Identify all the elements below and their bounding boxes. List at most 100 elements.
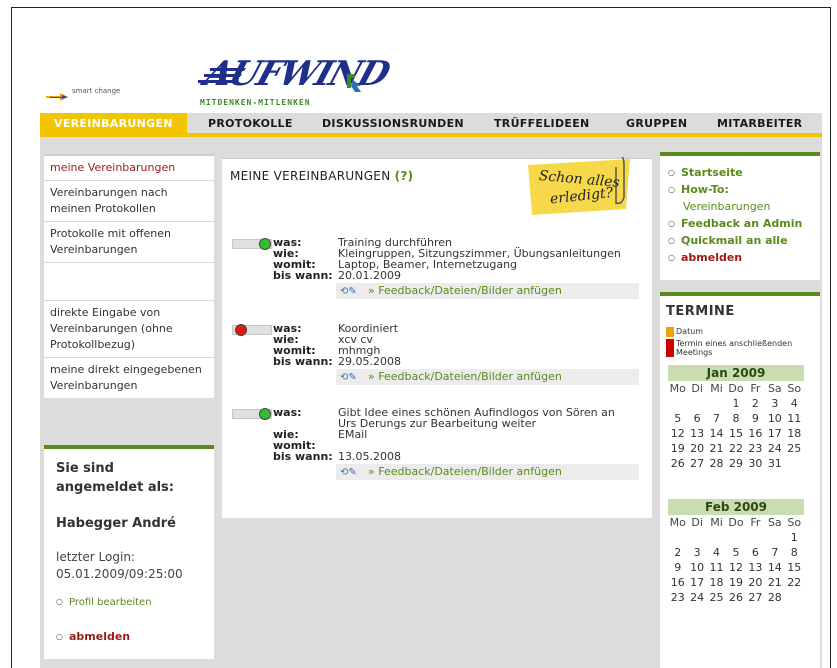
calendar-day[interactable]: 7	[765, 545, 784, 560]
page-frame: smart change AUFWIND MITDENKEN-MITLENKEN…	[11, 7, 831, 668]
tab-mitarbeiter[interactable]: MITARBEITER	[717, 113, 802, 133]
calendar-day[interactable]: 20	[687, 441, 706, 456]
calendar-day[interactable]: 2	[746, 396, 765, 411]
calendar-day[interactable]: 1	[726, 396, 745, 411]
calendar-day[interactable]: 5	[668, 411, 687, 426]
calendar-day[interactable]: 11	[785, 411, 804, 426]
calendar-day[interactable]: 19	[668, 441, 687, 456]
header: smart change AUFWIND MITDENKEN-MITLENKEN	[40, 30, 822, 113]
calendar-day[interactable]: 8	[785, 545, 804, 560]
calendar-day[interactable]: 12	[726, 560, 745, 575]
link-howto-vereinbarungen[interactable]: Vereinbarungen	[668, 198, 812, 215]
termine-title: TERMINE	[666, 304, 735, 319]
calendar-week-row: 2345678	[668, 545, 804, 560]
calendar-day[interactable]: 10	[765, 411, 784, 426]
sticky-note-icon[interactable]: Schon alles erledigt?	[524, 157, 634, 217]
calendar-day[interactable]: 12	[668, 426, 687, 441]
calendar-day[interactable]: 13	[746, 560, 765, 575]
calendar-day[interactable]: 3	[687, 545, 706, 560]
calendar-day[interactable]: 9	[668, 560, 687, 575]
profile-edit-link[interactable]: ○ Profil bearbeiten	[56, 597, 202, 608]
bullet-icon: ○	[668, 219, 675, 228]
calendar-day[interactable]: 15	[726, 426, 745, 441]
calendar-day[interactable]: 19	[726, 575, 745, 590]
left-item-direkt-eingegebene[interactable]: meine direkt eingegebenen Vereinbarungen	[44, 358, 214, 398]
calendar-day[interactable]: 28	[707, 456, 726, 471]
calendar-day[interactable]: 22	[726, 441, 745, 456]
calendar-day[interactable]: 27	[746, 590, 765, 605]
tab-diskussionsrunden[interactable]: DISKUSSIONSRUNDEN	[322, 113, 464, 133]
link-quickmail[interactable]: ○ Quickmail an alle	[668, 232, 812, 249]
calendar-day[interactable]: 14	[707, 426, 726, 441]
legend-datum: Datum	[666, 327, 814, 337]
tab-vereinbarungen[interactable]: VEREINBARUNGEN	[40, 113, 187, 133]
calendar-day[interactable]: 23	[746, 441, 765, 456]
calendar-day[interactable]: 17	[687, 575, 706, 590]
calendar-day[interactable]: 4	[707, 545, 726, 560]
calendar-day[interactable]: 1	[785, 530, 804, 545]
calendar-day[interactable]: 15	[785, 560, 804, 575]
calendar-day[interactable]: 30	[746, 456, 765, 471]
help-link[interactable]: (?)	[395, 169, 414, 183]
calendar-day[interactable]: 27	[687, 456, 706, 471]
link-howto[interactable]: ○ How-To:	[668, 181, 812, 198]
calendar-day[interactable]: 7	[707, 411, 726, 426]
tab-trueffelideen[interactable]: TRÜFFELIDEEN	[494, 113, 590, 133]
calendar-day[interactable]: 28	[765, 590, 784, 605]
feedback-link[interactable]: ⟲✎ » Feedback/Dateien/Bilder anfügen	[336, 464, 639, 480]
calendar-day[interactable]: 11	[707, 560, 726, 575]
feedback-label: » Feedback/Dateien/Bilder anfügen	[368, 284, 562, 297]
calendar-day[interactable]: 13	[687, 426, 706, 441]
calendar-day[interactable]: 31	[765, 456, 784, 471]
calendar-day[interactable]: 10	[687, 560, 706, 575]
left-item-nach-protokollen[interactable]: Vereinbarungen nach meinen Protokollen	[44, 181, 214, 222]
calendar-day[interactable]: 22	[785, 575, 804, 590]
weekday-label: Di	[691, 516, 703, 529]
calendar-day[interactable]: 2	[668, 545, 687, 560]
calendar-day[interactable]: 16	[746, 426, 765, 441]
logout-link-left[interactable]: ○ abmelden	[56, 630, 202, 643]
calendar-day[interactable]: 9	[746, 411, 765, 426]
tab-gruppen[interactable]: GRUPPEN	[626, 113, 687, 133]
link-feedback-admin[interactable]: ○ Feedback an Admin	[668, 215, 812, 232]
calendar-day[interactable]: 26	[668, 456, 687, 471]
calendar-day[interactable]: 26	[726, 590, 745, 605]
left-item-offene-protokolle[interactable]: Protokolle mit offenen Vereinbarungen	[44, 222, 214, 263]
calendar-day[interactable]: 5	[726, 545, 745, 560]
calendar-day[interactable]: 17	[765, 426, 784, 441]
link-startseite[interactable]: ○ Startseite	[668, 164, 812, 181]
left-item-meine-vereinbarungen[interactable]: meine Vereinbarungen	[44, 156, 214, 181]
calendar-day[interactable]: 24	[765, 441, 784, 456]
calendar-day[interactable]: 24	[687, 590, 706, 605]
calendar-day[interactable]: 25	[707, 590, 726, 605]
calendar-day[interactable]: 21	[707, 441, 726, 456]
calendar-day[interactable]: 29	[726, 456, 745, 471]
calendar-day[interactable]: 6	[687, 411, 706, 426]
page-title-text: MEINE VEREINBARUNGEN	[230, 169, 391, 183]
calendar-day[interactable]: 16	[668, 575, 687, 590]
weekday-label: So	[787, 516, 802, 529]
left-sidebar: meine Vereinbarungen Vereinbarungen nach…	[44, 154, 214, 398]
link-abmelden[interactable]: ○ abmelden	[668, 249, 812, 266]
calendar-day[interactable]: 14	[765, 560, 784, 575]
calendar-day[interactable]: 6	[746, 545, 765, 560]
calendar-week-row: 9 10 11 12 13 14 15	[668, 560, 804, 575]
calendar-day[interactable]: 4	[785, 396, 804, 411]
aufwind-logo[interactable]: AUFWIND MITDENKEN-MITLENKEN	[198, 32, 393, 112]
tab-protokolle[interactable]: PROTOKOLLE	[208, 113, 293, 133]
last-login-label: letzter Login:	[56, 550, 135, 564]
calendar-day[interactable]: 18	[785, 426, 804, 441]
calendar-day[interactable]: 18	[707, 575, 726, 590]
calendar-day[interactable]: 21	[765, 575, 784, 590]
calendar-day[interactable]: 3	[765, 396, 784, 411]
bullet-icon: ○	[668, 253, 675, 262]
last-login: letzter Login: 05.01.2009/09:25:00	[56, 549, 202, 583]
left-item-direkte-eingabe[interactable]: direkte Eingabe von Vereinbarungen (ohne…	[44, 301, 214, 358]
calendar-day[interactable]: 23	[668, 590, 687, 605]
calendar-day[interactable]: 8	[726, 411, 745, 426]
feedback-link[interactable]: ⟲✎ » Feedback/Dateien/Bilder anfügen	[336, 283, 639, 299]
calendar-day[interactable]: 20	[746, 575, 765, 590]
termine-legend: Datum Termin eines anschließenden Meetin…	[666, 327, 814, 357]
calendar-day[interactable]: 25	[785, 441, 804, 456]
feedback-link[interactable]: ⟲✎ » Feedback/Dateien/Bilder anfügen	[336, 369, 639, 385]
